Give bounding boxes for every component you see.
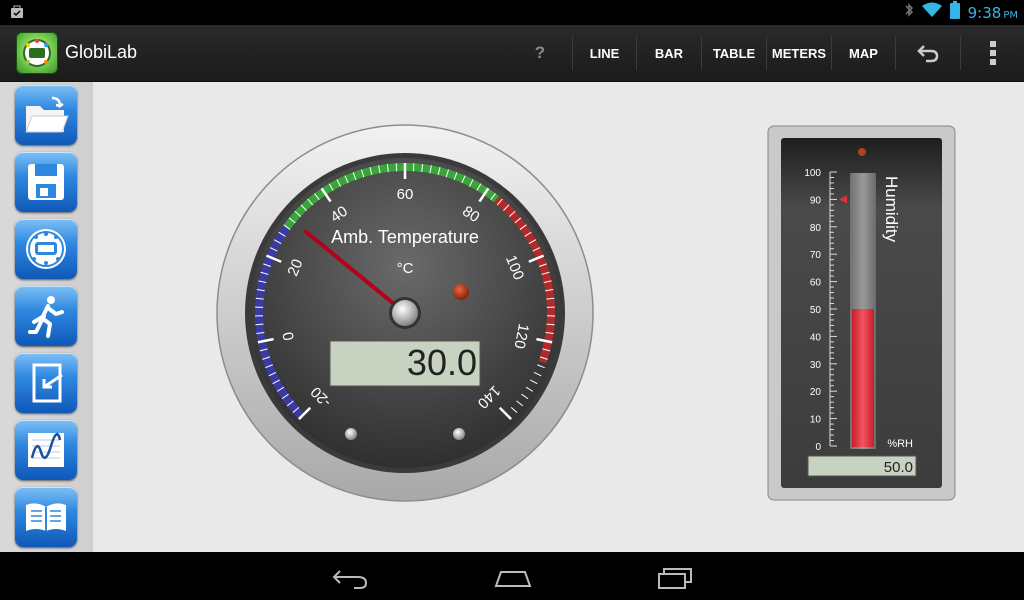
humidity-alarm-led: [858, 148, 866, 156]
clock-time: 9:38: [967, 3, 1002, 22]
humidity-title: Humidity: [882, 176, 901, 243]
runner-icon: [28, 296, 64, 338]
humidity-tick-label: 10: [810, 415, 822, 426]
humidity-tick-label: 30: [810, 360, 822, 371]
wifi-icon: [921, 2, 942, 23]
action-menu: ? LINE BAR TABLE METERS MAP: [508, 25, 1024, 81]
back-icon: [332, 570, 368, 589]
tab-map[interactable]: MAP: [832, 35, 895, 71]
humidity-tick-label: 60: [810, 278, 822, 289]
navigation-bar: [0, 552, 1024, 600]
clock: 9:38 PM: [968, 4, 1018, 22]
open-button[interactable]: [15, 85, 77, 145]
notification-icon: [10, 5, 24, 24]
labdisc-button[interactable]: [15, 219, 77, 279]
sidebar: [0, 82, 93, 552]
humidity-tick-label: 100: [804, 168, 821, 179]
clock-ampm: PM: [1003, 9, 1018, 21]
humidity-tick-label: 80: [810, 223, 822, 234]
help-button[interactable]: ?: [508, 35, 572, 71]
humidity-tick-label: 90: [810, 195, 822, 206]
overflow-icon: [989, 41, 996, 65]
manual-button[interactable]: [15, 487, 77, 547]
undo-button[interactable]: [896, 35, 960, 71]
save-icon: [28, 164, 64, 200]
humidity-tick-label: 20: [810, 387, 822, 398]
tab-line[interactable]: LINE: [573, 35, 636, 71]
humidity-tick-label: 70: [810, 250, 822, 261]
home-button[interactable]: [493, 562, 533, 597]
book-icon: [26, 503, 66, 531]
back-button[interactable]: [330, 562, 370, 597]
meters-area: -20 0 20 40 60 80 100 120 140 Amb. Temperature °…: [93, 82, 1024, 552]
humidity-fill: [852, 309, 874, 447]
open-folder-icon: [25, 96, 69, 133]
import-icon: [32, 363, 63, 403]
undo-icon: [917, 45, 939, 63]
status-bar: 9:38 PM: [0, 0, 1024, 25]
overflow-menu-button[interactable]: [961, 35, 1024, 71]
humidity-tick-label: 40: [810, 332, 822, 343]
run-button[interactable]: [15, 286, 77, 346]
save-button[interactable]: [15, 152, 77, 212]
home-icon: [494, 571, 532, 587]
tab-table[interactable]: TABLE: [702, 35, 766, 71]
battery-icon: [949, 1, 960, 24]
bluetooth-icon: [904, 2, 914, 23]
recents-icon: [658, 568, 692, 589]
tab-meters[interactable]: METERS: [767, 35, 831, 71]
tab-bar[interactable]: BAR: [637, 35, 701, 71]
graph-icon: [28, 433, 64, 467]
humidity-meter: 0 10 20 30 40 50 60 70 80 90 100 Humidity %RH 50.0: [767, 125, 956, 501]
humidity-tick-label: 50: [810, 305, 822, 316]
humidity-value: 50.0: [884, 459, 913, 476]
humidity-unit: %RH: [887, 438, 913, 450]
app-icon[interactable]: [16, 32, 58, 74]
recents-button[interactable]: [656, 562, 696, 597]
app-title: GlobiLab: [65, 42, 138, 62]
action-bar: GlobiLab ? LINE BAR TABLE METERS MAP: [0, 25, 1024, 82]
humidity-tick-label: 0: [815, 442, 821, 453]
graph-button[interactable]: [15, 420, 77, 480]
labdisc-icon: [26, 229, 66, 269]
import-button[interactable]: [15, 353, 77, 413]
